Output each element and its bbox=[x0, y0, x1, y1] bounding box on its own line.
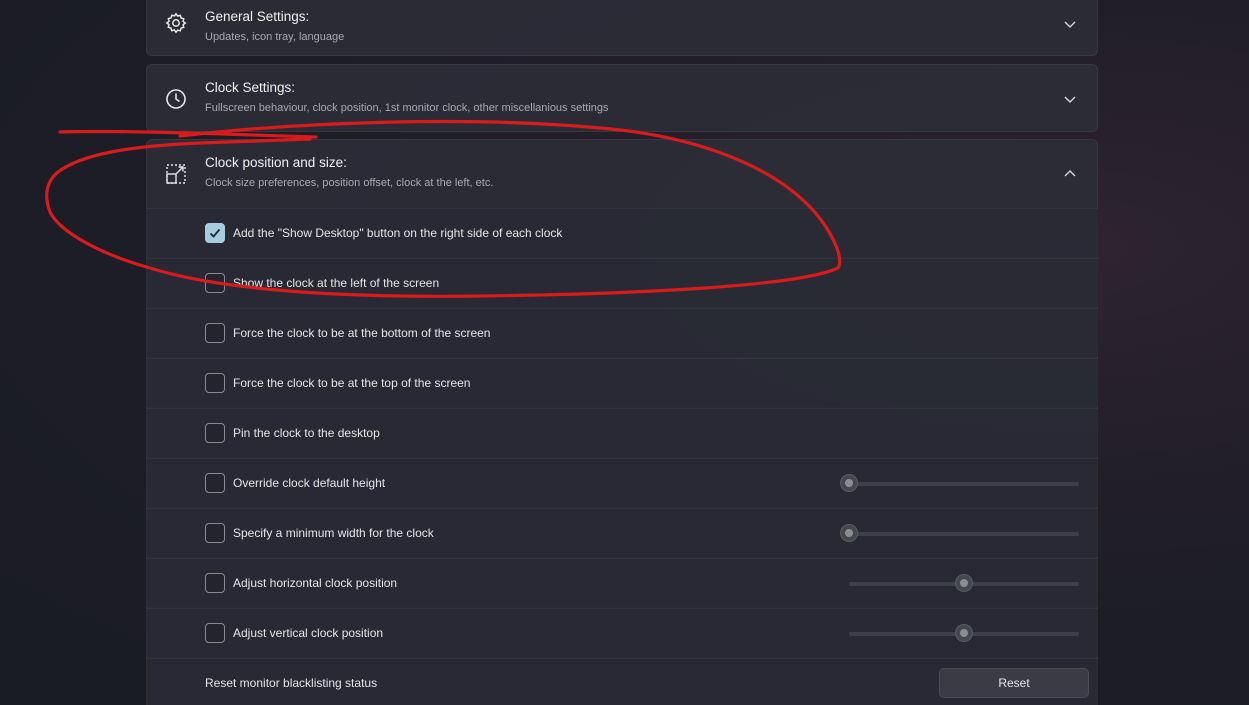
option-pin-desktop: Pin the clock to the desktop bbox=[146, 408, 1098, 457]
clock-position-subtitle: Clock size preferences, position offset,… bbox=[205, 177, 494, 189]
general-settings-subtitle: Updates, icon tray, language bbox=[205, 31, 345, 43]
slider-thumb[interactable] bbox=[840, 524, 858, 542]
slider-thumb[interactable] bbox=[840, 474, 858, 492]
vertical-position-checkbox[interactable] bbox=[205, 623, 225, 643]
slider-thumb[interactable] bbox=[955, 624, 973, 642]
horizontal-position-label: Adjust horizontal clock position bbox=[233, 576, 398, 590]
min-width-label: Specify a minimum width for the clock bbox=[233, 526, 434, 540]
chevron-up-icon[interactable] bbox=[1063, 167, 1077, 181]
override-height-checkbox[interactable] bbox=[205, 473, 225, 493]
vertical-position-slider[interactable] bbox=[849, 624, 1079, 642]
general-settings-card[interactable]: General Settings: Updates, icon tray, la… bbox=[146, 0, 1098, 56]
general-settings-header[interactable]: General Settings: Updates, icon tray, la… bbox=[147, 0, 1097, 57]
option-clock-left: Show the clock at the left of the screen bbox=[146, 258, 1098, 307]
override-height-label: Override clock default height bbox=[233, 476, 386, 490]
horizontal-position-checkbox[interactable] bbox=[205, 573, 225, 593]
option-reset-blacklist: Reset monitor blacklisting status Reset bbox=[146, 658, 1098, 705]
clock-settings-title: Clock Settings: bbox=[205, 80, 296, 95]
show-desktop-label: Add the "Show Desktop" button on the rig… bbox=[233, 226, 563, 240]
gear-icon bbox=[164, 11, 188, 35]
option-horizontal-position: Adjust horizontal clock position bbox=[146, 558, 1098, 607]
general-settings-title: General Settings: bbox=[205, 9, 310, 24]
width-slider[interactable] bbox=[840, 524, 1079, 542]
resize-icon bbox=[164, 162, 188, 186]
clock-position-header[interactable]: Clock position and size: Clock size pref… bbox=[147, 140, 1097, 208]
slider-track bbox=[849, 482, 1079, 486]
vertical-position-label: Adjust vertical clock position bbox=[233, 626, 384, 640]
option-show-desktop: Add the "Show Desktop" button on the rig… bbox=[146, 208, 1098, 257]
height-slider[interactable] bbox=[840, 474, 1079, 492]
chevron-down-icon[interactable] bbox=[1063, 92, 1077, 106]
clock-left-label: Show the clock at the left of the screen bbox=[233, 276, 440, 290]
slider-thumb[interactable] bbox=[955, 574, 973, 592]
option-force-bottom: Force the clock to be at the bottom of t… bbox=[146, 308, 1098, 357]
pin-desktop-label: Pin the clock to the desktop bbox=[233, 426, 380, 440]
horizontal-position-slider[interactable] bbox=[849, 574, 1079, 592]
reset-button[interactable]: Reset bbox=[939, 668, 1089, 698]
option-force-top: Force the clock to be at the top of the … bbox=[146, 358, 1098, 407]
slider-track bbox=[849, 532, 1079, 536]
clock-left-checkbox[interactable] bbox=[205, 273, 225, 293]
force-bottom-label: Force the clock to be at the bottom of t… bbox=[233, 326, 491, 340]
show-desktop-checkbox[interactable] bbox=[205, 223, 225, 243]
clock-settings-header[interactable]: Clock Settings: Fullscreen behaviour, cl… bbox=[147, 65, 1097, 133]
force-top-label: Force the clock to be at the top of the … bbox=[233, 376, 471, 390]
pin-desktop-checkbox[interactable] bbox=[205, 423, 225, 443]
force-top-checkbox[interactable] bbox=[205, 373, 225, 393]
option-override-height: Override clock default height bbox=[146, 458, 1098, 507]
reset-blacklist-label: Reset monitor blacklisting status bbox=[205, 676, 378, 690]
force-bottom-checkbox[interactable] bbox=[205, 323, 225, 343]
min-width-checkbox[interactable] bbox=[205, 523, 225, 543]
clock-settings-subtitle: Fullscreen behaviour, clock position, 1s… bbox=[205, 102, 609, 114]
clock-position-title: Clock position and size: bbox=[205, 155, 347, 170]
clock-settings-card[interactable]: Clock Settings: Fullscreen behaviour, cl… bbox=[146, 64, 1098, 132]
option-min-width: Specify a minimum width for the clock bbox=[146, 508, 1098, 557]
chevron-down-icon[interactable] bbox=[1063, 17, 1077, 31]
option-vertical-position: Adjust vertical clock position bbox=[146, 608, 1098, 657]
clock-icon bbox=[164, 87, 188, 111]
